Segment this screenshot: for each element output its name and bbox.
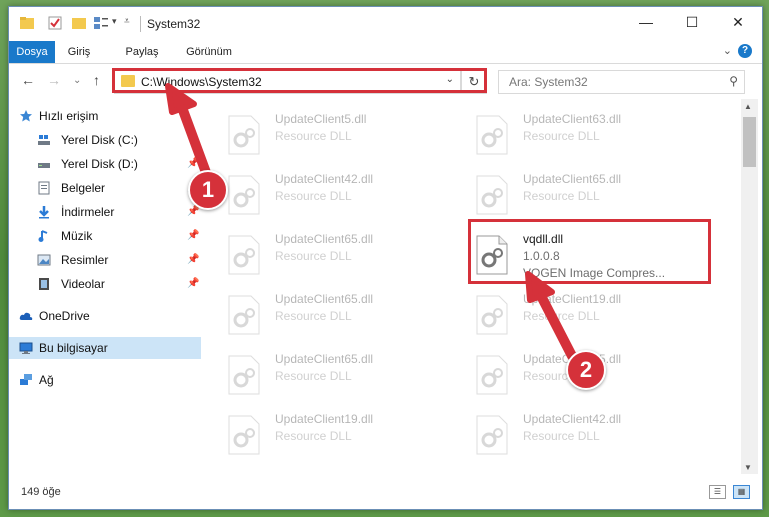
arrow-2: [525, 271, 577, 361]
step-1-badge: 1: [188, 170, 228, 210]
callout-arrows: [165, 83, 577, 361]
step-2-badge: 2: [566, 350, 606, 390]
arrow-1: [165, 83, 213, 183]
